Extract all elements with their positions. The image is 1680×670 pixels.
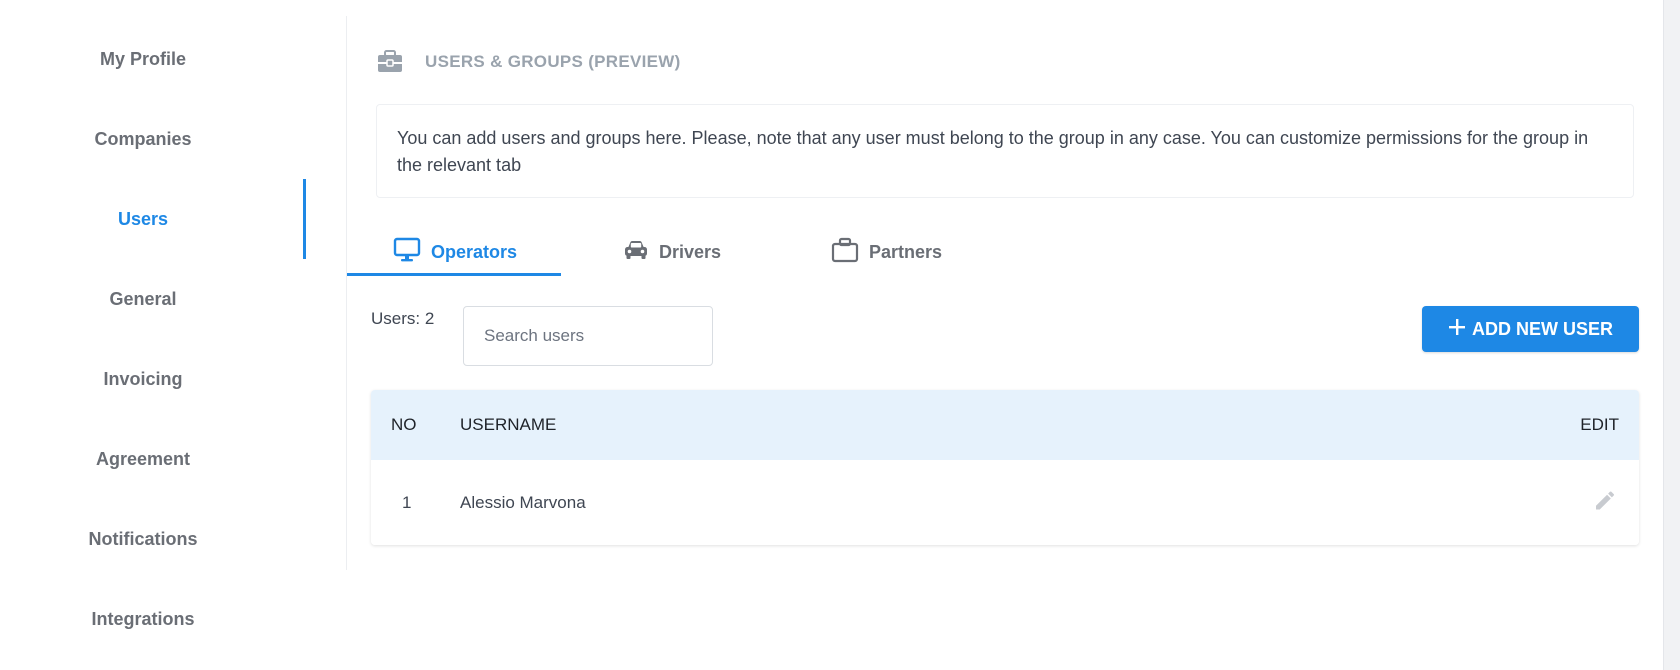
row-username: Alessio Marvona	[460, 492, 586, 512]
tab-label: Operators	[431, 241, 518, 262]
sidebar-item-users[interactable]: Users	[0, 179, 306, 259]
search-input[interactable]	[463, 306, 713, 366]
settings-sidebar: My Profile Companies Users General Invoi…	[0, 16, 346, 670]
pencil-icon[interactable]	[1593, 488, 1617, 517]
toolbox-icon	[377, 50, 403, 74]
table-row: 1 Alessio Marvona	[371, 460, 1639, 545]
sidebar-item-general[interactable]: General	[0, 259, 286, 339]
add-user-button[interactable]: ADD NEW USER	[1422, 306, 1639, 352]
main-content: USERS & GROUPS (PREVIEW) You can add use…	[347, 0, 1664, 670]
car-icon	[623, 238, 649, 267]
tab-label: Drivers	[659, 241, 722, 262]
info-message: You can add users and groups here. Pleas…	[376, 104, 1634, 198]
sidebar-item-integrations[interactable]: Integrations	[0, 579, 286, 659]
users-count: Users: 2	[371, 309, 435, 328]
sidebar-item-my-profile[interactable]: My Profile	[0, 19, 286, 99]
column-header-username: USERNAME	[460, 415, 557, 434]
section-header: USERS & GROUPS (PREVIEW)	[377, 50, 681, 74]
sidebar-item-companies[interactable]: Companies	[0, 99, 286, 179]
sidebar-item-agreement[interactable]: Agreement	[0, 419, 286, 499]
page-title: USERS & GROUPS (PREVIEW)	[425, 52, 681, 71]
row-number: 1	[402, 492, 412, 512]
active-tab-indicator	[347, 273, 561, 276]
add-user-label: ADD NEW USER	[1471, 318, 1613, 339]
plus-icon	[1448, 318, 1466, 341]
users-table: NO USERNAME EDIT 1 Alessio Marvona	[371, 390, 1639, 545]
tab-label: Partners	[869, 241, 943, 262]
tab-partners[interactable]: Partners	[831, 228, 942, 276]
sidebar-item-invoicing[interactable]: Invoicing	[0, 339, 286, 419]
monitor-icon	[393, 237, 421, 268]
column-header-no: NO	[391, 415, 417, 434]
sidebar-item-notifications[interactable]: Notifications	[0, 499, 286, 579]
column-header-edit: EDIT	[1580, 415, 1619, 434]
briefcase-icon	[831, 237, 859, 268]
tab-drivers[interactable]: Drivers	[623, 228, 721, 276]
tab-operators[interactable]: Operators	[393, 228, 517, 276]
table-header: NO USERNAME EDIT	[371, 390, 1639, 460]
settings-card: My Profile Companies Users General Invoi…	[0, 0, 1664, 670]
user-type-tabs: Operators Drivers Partners	[347, 228, 1147, 276]
